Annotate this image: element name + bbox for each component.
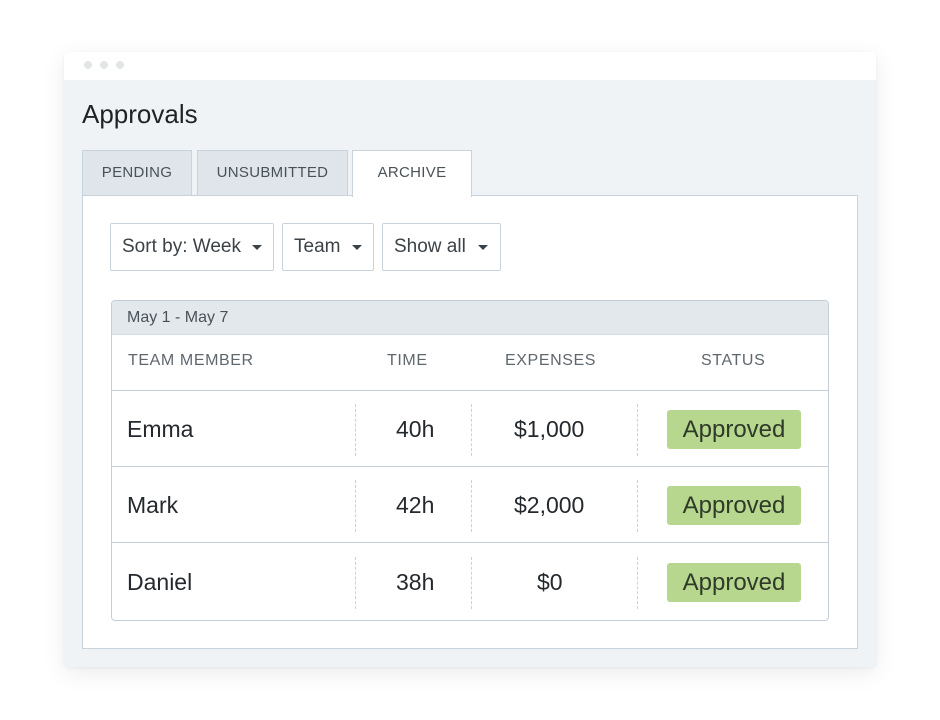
- caret-down-icon: [478, 245, 488, 250]
- caret-down-icon: [252, 245, 262, 250]
- window-dot-icon[interactable]: [100, 61, 108, 69]
- status-badge: Approved: [667, 563, 801, 602]
- column-divider: [355, 557, 356, 609]
- table-row[interactable]: Emma 40h $1,000 Approved: [112, 391, 828, 467]
- column-header-status: STATUS: [701, 352, 766, 369]
- app-window: Approvals PENDING UNSUBMITTED ARCHIVE So…: [64, 52, 876, 667]
- status-badge: Approved: [667, 410, 801, 449]
- column-divider: [355, 404, 356, 456]
- column-header-time: TIME: [387, 352, 428, 369]
- column-header-expenses: EXPENSES: [505, 352, 597, 369]
- window-titlebar: [64, 52, 876, 80]
- tab-pending[interactable]: PENDING: [82, 150, 192, 196]
- column-header-team-member: TEAM MEMBER: [128, 352, 254, 369]
- sort-dropdown[interactable]: Sort by: Week: [110, 223, 274, 271]
- column-divider: [637, 404, 638, 456]
- archive-panel: Sort by: Week Team Show all May 1 - May …: [82, 195, 858, 649]
- window-dot-icon[interactable]: [116, 61, 124, 69]
- date-range-header: May 1 - May 7: [112, 301, 828, 335]
- expenses-value: $2,000: [514, 492, 585, 518]
- time-value: 42h: [396, 492, 435, 518]
- member-name: Mark: [127, 492, 179, 518]
- page-title: Approvals: [82, 99, 198, 129]
- status-badge: Approved: [667, 486, 801, 525]
- column-divider: [637, 480, 638, 532]
- member-name: Daniel: [127, 569, 193, 595]
- sort-dropdown-label: Sort by: Week: [122, 236, 241, 257]
- caret-down-icon: [352, 245, 362, 250]
- column-divider: [471, 557, 472, 609]
- time-value: 40h: [396, 416, 435, 442]
- column-divider: [355, 480, 356, 532]
- tab-archive[interactable]: ARCHIVE: [352, 150, 472, 197]
- team-dropdown[interactable]: Team: [282, 223, 374, 271]
- column-divider: [637, 557, 638, 609]
- tab-unsubmitted[interactable]: UNSUBMITTED: [197, 150, 348, 196]
- time-value: 38h: [396, 569, 435, 595]
- column-divider: [471, 404, 472, 456]
- team-dropdown-label: Team: [294, 236, 341, 257]
- column-divider: [471, 480, 472, 532]
- table-row[interactable]: Mark 42h $2,000 Approved: [112, 467, 828, 543]
- window-dot-icon[interactable]: [84, 61, 92, 69]
- expenses-value: $1,000: [514, 416, 585, 442]
- member-name: Emma: [127, 416, 194, 442]
- expenses-value: $0: [537, 569, 563, 595]
- show-dropdown-label: Show all: [394, 236, 466, 257]
- table-row[interactable]: Daniel 38h $0 Approved: [112, 544, 828, 620]
- approvals-table: May 1 - May 7 TEAM MEMBER TIME EXPENSES …: [111, 300, 829, 621]
- show-dropdown[interactable]: Show all: [382, 223, 501, 271]
- row-divider: [112, 542, 828, 543]
